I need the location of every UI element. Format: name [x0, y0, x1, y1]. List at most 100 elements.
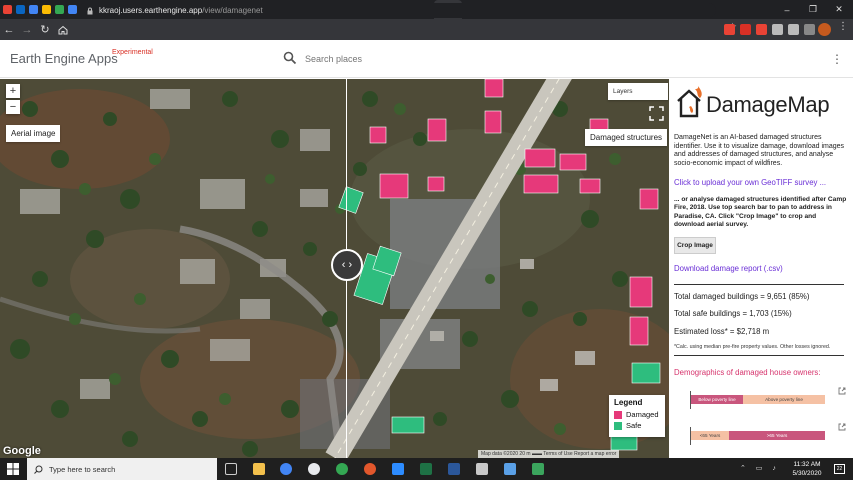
split-slider-handle[interactable]: ‹ › [331, 249, 363, 281]
profile-avatar[interactable] [818, 23, 831, 36]
upload-geotiff-link[interactable]: Click to upload your own GeoTIFF survey … [674, 178, 826, 187]
chrome-icon[interactable] [280, 463, 292, 475]
search-icon [283, 51, 297, 65]
notification-center-icon[interactable]: 22 [834, 464, 845, 474]
fullscreen-icon[interactable] [648, 105, 665, 122]
excel-icon[interactable] [420, 463, 432, 475]
legend-label: Damaged [626, 410, 659, 419]
windows-start-icon[interactable] [7, 463, 19, 475]
tab-favicon-icon [55, 5, 64, 14]
under-65-bar: <65 Years [691, 431, 729, 440]
tab-favicon-icon [29, 5, 38, 14]
map-view[interactable]: + − Aerial image Layers Damaged structur… [0, 79, 669, 458]
damagemap-panel: DamageMap DamageNet is an AI-based damag… [669, 79, 853, 458]
age-chart: <65 Years >65 Years [674, 427, 834, 445]
taskbar-search-text: Type here to search [49, 464, 116, 474]
reload-icon: ↻ [40, 24, 50, 36]
poverty-chart: Below poverty line Above poverty line [674, 391, 834, 409]
browser-tab[interactable] [0, 0, 13, 19]
aerial-image-label: Aerial image [6, 125, 61, 142]
extension-abp-icon[interactable] [724, 24, 735, 35]
extension-grey2-icon[interactable] [788, 24, 799, 35]
windows-taskbar: Type here to search ⌃ ▭ ♪ 11:32 AM 5/30/… [0, 458, 853, 480]
tab-favicon-icon [3, 5, 12, 14]
extension-red-icon[interactable] [756, 24, 767, 35]
system-clock[interactable]: 11:32 AM 5/30/2020 [786, 460, 828, 478]
above-poverty-bar: Above poverty line [743, 395, 825, 404]
lock-icon [87, 7, 93, 14]
browser-menu-icon[interactable]: ⋮ [838, 21, 848, 32]
tray-icons[interactable]: ⌃ ▭ ♪ [740, 464, 780, 472]
photos-icon[interactable] [504, 463, 516, 475]
extension-grey3-icon[interactable] [804, 24, 815, 35]
task-view-icon[interactable] [225, 463, 237, 475]
app-grey-icon[interactable] [476, 463, 488, 475]
word-icon[interactable] [448, 463, 460, 475]
app-red-icon[interactable] [364, 463, 376, 475]
app-header: Earth Engine Apps Experimental ⋮ [0, 40, 853, 78]
app-green-icon[interactable] [532, 463, 544, 475]
restore-window-button[interactable]: ❐ [800, 0, 826, 19]
zoom-out-button[interactable]: − [6, 100, 20, 114]
layers-button[interactable]: Layers [608, 83, 668, 100]
browser-tab[interactable] [13, 0, 26, 19]
search-places-input[interactable] [305, 49, 605, 69]
url-bar[interactable]: kkraoj.users.earthengine.app/view/damage… [78, 3, 716, 18]
chrome-green-icon[interactable] [336, 463, 348, 475]
home-button[interactable] [54, 19, 72, 40]
file-explorer-icon[interactable] [253, 463, 265, 475]
slack-icon[interactable] [308, 463, 320, 475]
analyse-instructions: ... or analyse damaged structures identi… [674, 196, 847, 229]
clock-time: 11:32 AM [793, 461, 821, 468]
back-button[interactable]: ← [0, 19, 18, 40]
extension-grey-icon[interactable] [772, 24, 783, 35]
arrow-left-icon: ← [3, 23, 15, 36]
map-legend: Legend Damaged Safe [609, 395, 665, 437]
browser-tab[interactable] [65, 0, 78, 19]
app-brand[interactable]: Earth Engine Apps [10, 51, 118, 66]
damaged-buildings-stat: Total damaged buildings = 9,651 (85%) [674, 292, 810, 301]
damaged-structures-label: Damaged structures [585, 129, 668, 146]
safe-buildings-stat: Total safe buildings = 1,703 (15%) [674, 309, 792, 318]
bar-label: >65 Years [766, 433, 788, 438]
below-poverty-bar: Below poverty line [691, 395, 743, 404]
map-attribution[interactable]: Map data ©2020 20 m ▬▬ Terms of Use Repo… [478, 450, 620, 458]
legend-item-safe: Safe [614, 420, 660, 431]
extension-adblock-icon[interactable] [740, 24, 751, 35]
browser-tab[interactable] [52, 0, 65, 19]
bar-label: Above poverty line [765, 397, 803, 402]
bar-label: <65 Years [699, 433, 721, 438]
zoom-icon[interactable] [392, 463, 404, 475]
over-65-bar: >65 Years [729, 431, 825, 440]
more-options-icon[interactable]: ⋮ [831, 51, 843, 67]
tab-favicon-icon [16, 5, 25, 14]
legend-title: Legend [614, 398, 643, 407]
tab-favicon-icon [68, 5, 77, 14]
open-external-icon[interactable] [838, 387, 846, 395]
browser-tab[interactable] [39, 0, 52, 19]
damaged-swatch [614, 410, 622, 419]
demographics-title: Demographics of damaged house owners: [674, 368, 821, 377]
tab-favicon-icon [42, 5, 51, 14]
minimize-window-button[interactable]: – [774, 0, 800, 19]
crop-image-button[interactable]: Crop Image [674, 237, 716, 254]
open-external-icon[interactable] [838, 423, 846, 431]
url-path: /view/damagenet [202, 6, 263, 15]
browser-tab[interactable] [26, 0, 39, 19]
forward-button[interactable]: → [18, 19, 36, 40]
reload-button[interactable]: ↻ [36, 19, 54, 40]
arrow-right-icon: → [21, 23, 33, 36]
zoom-in-button[interactable]: + [6, 84, 20, 98]
split-arrows-icon: ‹ › [341, 259, 353, 271]
safe-swatch [614, 421, 622, 430]
url-host: kkraoj.users.earthengine.app [99, 6, 203, 15]
estimated-loss-stat: Estimated loss* = $2,718 m [674, 327, 770, 336]
taskbar-search-box[interactable]: Type here to search [27, 458, 217, 480]
clock-date: 5/30/2020 [792, 470, 822, 477]
download-report-link[interactable]: Download damage report (.csv) [674, 264, 783, 273]
loss-footnote: *Calc. using median pre-fire property va… [674, 344, 831, 350]
search-icon [34, 465, 43, 474]
divider [674, 355, 844, 356]
close-window-button[interactable]: ✕ [826, 0, 852, 19]
intro-text: DamageNet is an AI-based damaged structu… [674, 134, 845, 167]
